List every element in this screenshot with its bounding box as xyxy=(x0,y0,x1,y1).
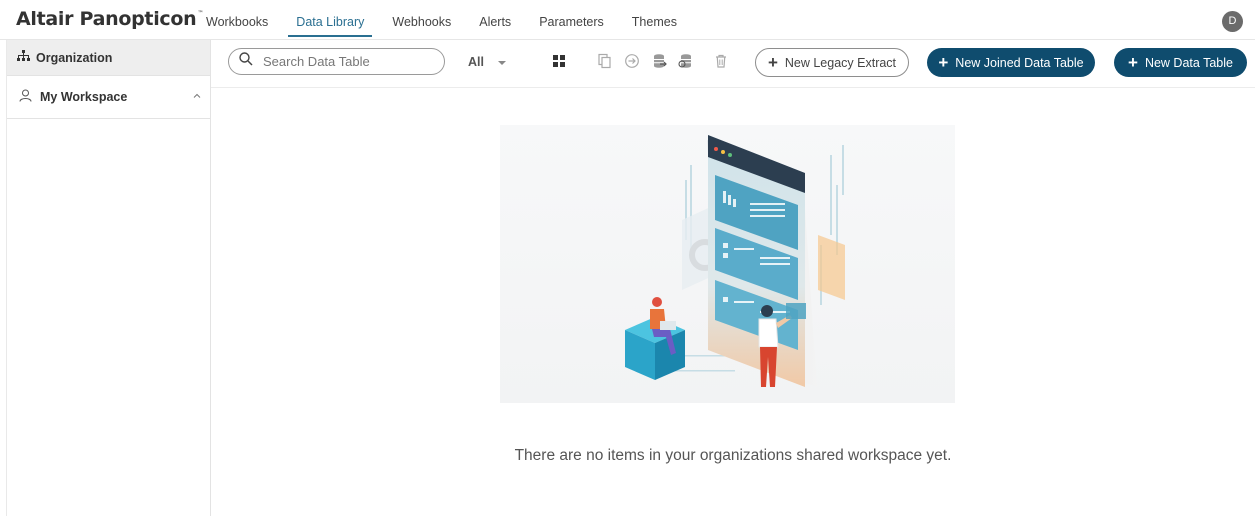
org-hierarchy-icon xyxy=(17,50,30,65)
new-joined-data-table-button[interactable]: + New Joined Data Table xyxy=(927,48,1095,77)
brand-name: Altair Panopticon xyxy=(16,8,197,30)
filter-value: All xyxy=(468,55,484,69)
database-refresh-icon[interactable] xyxy=(678,53,694,69)
button-label: New Data Table xyxy=(1144,55,1233,70)
search-box[interactable] xyxy=(228,48,445,75)
button-label: New Joined Data Table xyxy=(955,55,1084,70)
nav-item-parameters[interactable]: Parameters xyxy=(525,0,618,40)
delete-icon[interactable] xyxy=(713,53,729,69)
copy-icon[interactable] xyxy=(597,53,613,69)
button-label: New Legacy Extract xyxy=(784,55,897,70)
app-logo[interactable]: Altair Panopticon™ xyxy=(16,8,203,30)
sidebar-item-label: My Workspace xyxy=(40,90,128,104)
nav-item-alerts[interactable]: Alerts xyxy=(465,0,525,40)
nav-item-themes[interactable]: Themes xyxy=(618,0,691,40)
user-icon xyxy=(19,89,32,105)
plus-icon: + xyxy=(767,52,778,72)
empty-state-illustration xyxy=(500,125,955,403)
nav-item-webhooks[interactable]: Webhooks xyxy=(378,0,465,40)
sidebar-item-my-workspace[interactable]: My Workspace xyxy=(7,76,210,119)
database-export-icon[interactable] xyxy=(651,53,667,69)
main-nav: Workbooks Data Library Webhooks Alerts P… xyxy=(192,0,691,40)
new-legacy-extract-button[interactable]: + New Legacy Extract xyxy=(755,48,909,77)
filter-dropdown[interactable]: All xyxy=(468,55,506,69)
sidebar-item-label: Organization xyxy=(36,50,113,65)
top-bar: Altair Panopticon™ Workbooks Data Librar… xyxy=(0,0,1255,40)
plus-icon: + xyxy=(1128,52,1138,72)
sidebar-item-organization[interactable]: Organization xyxy=(7,40,210,76)
plus-icon: + xyxy=(938,52,949,72)
nav-item-workbooks[interactable]: Workbooks xyxy=(192,0,282,40)
sidebar: Organization My Workspace xyxy=(6,40,211,516)
new-data-table-button[interactable]: + New Data Table xyxy=(1114,48,1247,77)
user-avatar[interactable]: D xyxy=(1222,11,1243,32)
empty-state-message: There are no items in your organizations… xyxy=(514,447,952,464)
search-input[interactable] xyxy=(263,54,423,69)
move-icon[interactable] xyxy=(624,53,640,69)
grid-view-icon[interactable] xyxy=(551,53,567,69)
toolbar: All + New Legacy Extract + New Joined Da… xyxy=(211,40,1255,88)
caret-down-icon xyxy=(497,61,506,65)
search-icon xyxy=(239,52,253,71)
nav-item-data-library[interactable]: Data Library xyxy=(282,0,378,40)
chevron-up-icon[interactable] xyxy=(192,90,202,100)
